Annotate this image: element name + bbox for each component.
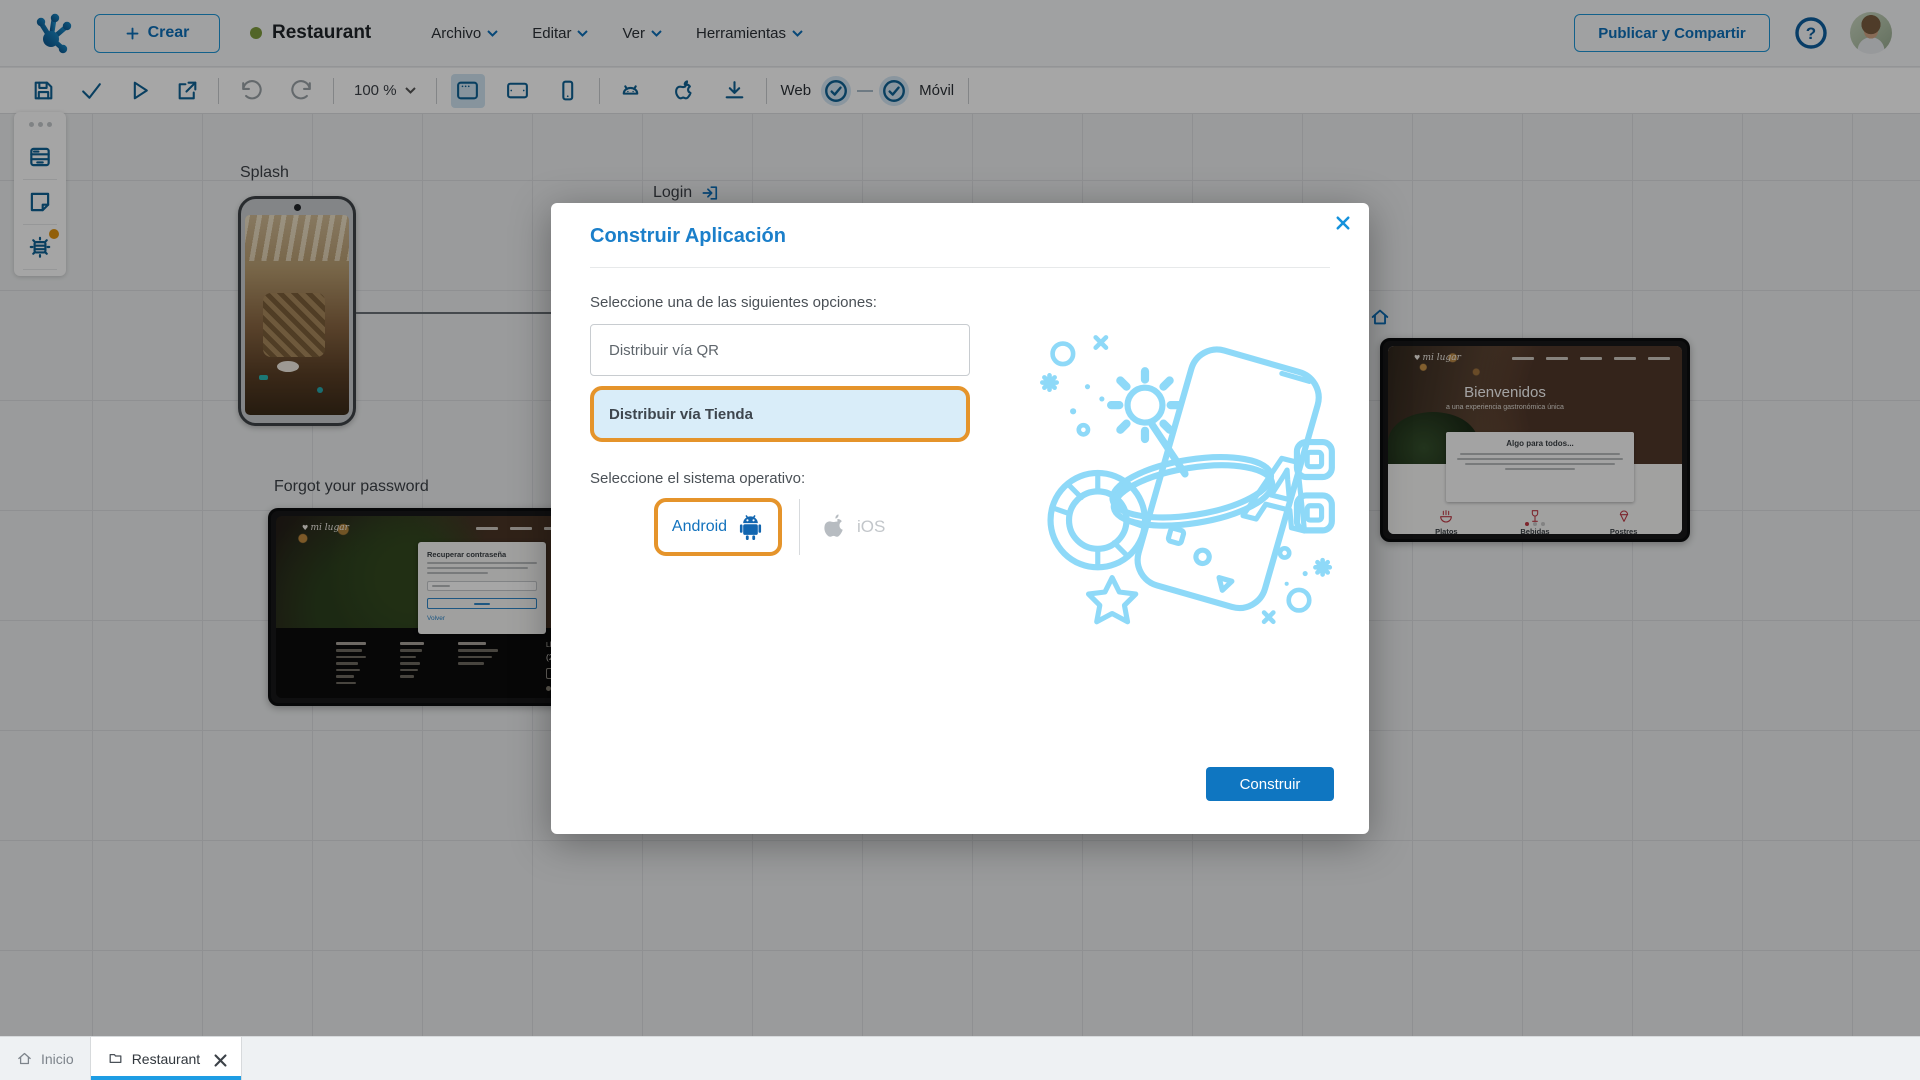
- os-divider: [799, 499, 800, 555]
- android-label: Android: [671, 518, 728, 535]
- tab-restaurant[interactable]: Restaurant: [89, 1037, 243, 1080]
- folder-icon: [109, 1053, 122, 1064]
- build-app-modal: Construir Aplicación Seleccione una de l…: [551, 203, 1369, 834]
- active-tab-underline: [90, 1076, 242, 1080]
- home-icon: [18, 1052, 31, 1065]
- close-tab-icon[interactable]: [212, 1052, 227, 1067]
- option-distribute-qr[interactable]: Distribuir vía QR: [590, 324, 970, 376]
- close-icon[interactable]: [1334, 214, 1356, 236]
- tab-inicio[interactable]: Inicio: [0, 1037, 90, 1080]
- build-app-illustration: A: [1040, 335, 1335, 625]
- option-label: Distribuir vía QR: [609, 341, 720, 359]
- build-button[interactable]: Construir: [1206, 767, 1334, 801]
- ios-label: iOS: [857, 517, 886, 536]
- apple-icon: [824, 514, 843, 537]
- os-option-android[interactable]: Android: [654, 498, 782, 556]
- project-tab-bar: Inicio Restaurant: [0, 1036, 1920, 1080]
- options-instruction: Seleccione una de las siguientes opcione…: [590, 294, 877, 311]
- option-label: Distribuir vía Tienda: [609, 405, 753, 423]
- option-distribute-store[interactable]: Distribuir vía Tienda: [590, 386, 970, 442]
- modal-title: Construir Aplicación: [590, 225, 786, 247]
- app-builder-window: Crear Restaurant Archivo Editar Ver Herr…: [0, 0, 1920, 1080]
- modal-divider: [590, 267, 1330, 268]
- tab-label: Inicio: [41, 1050, 74, 1067]
- tab-label: Restaurant: [131, 1050, 201, 1067]
- android-robot-icon: [739, 515, 762, 541]
- os-option-ios[interactable]: iOS: [817, 509, 885, 545]
